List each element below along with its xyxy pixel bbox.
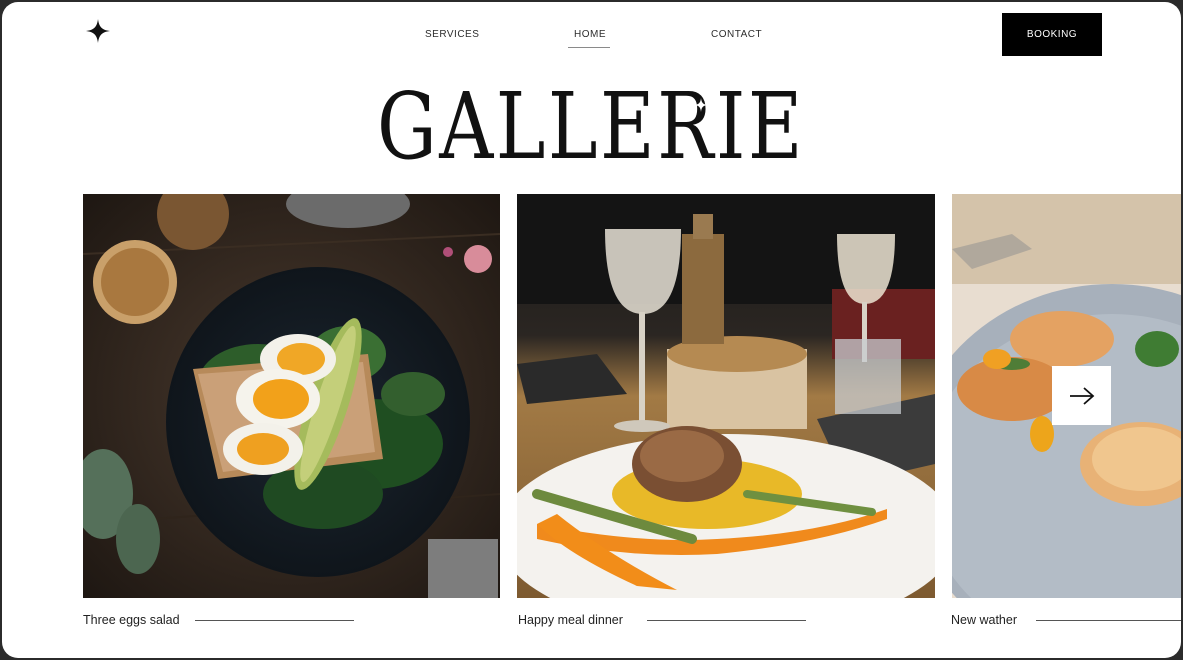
gallery-card-egg-salad[interactable] bbox=[83, 194, 500, 598]
nav-active-underline bbox=[568, 47, 610, 48]
page-title: GALLERIE bbox=[2, 68, 1181, 178]
caption-divider bbox=[195, 620, 354, 621]
booking-button[interactable]: BOOKING bbox=[1002, 13, 1102, 56]
caption-divider bbox=[1036, 620, 1181, 621]
gallery-card-dinner[interactable] bbox=[517, 194, 935, 598]
caption-divider bbox=[647, 620, 806, 621]
gallery-next-button[interactable] bbox=[1052, 366, 1111, 425]
nav-item-services[interactable]: SERVICES bbox=[425, 29, 479, 40]
egg-salad-photo bbox=[83, 194, 500, 598]
page-frame: SERVICES HOME CONTACT BOOKING GALLERIE T… bbox=[2, 2, 1181, 658]
nav-item-contact[interactable]: CONTACT bbox=[711, 29, 762, 40]
dinner-plate-photo bbox=[517, 194, 935, 598]
arrow-right-icon bbox=[1069, 386, 1094, 405]
nav-item-home[interactable]: HOME bbox=[574, 29, 606, 40]
four-point-star-icon[interactable] bbox=[84, 17, 112, 45]
page-title-text: GALLERIE bbox=[377, 73, 805, 178]
gallery-caption: Three eggs salad bbox=[83, 613, 180, 627]
gallery-caption: Happy meal dinner bbox=[518, 613, 623, 627]
gallery-caption: New wather bbox=[951, 613, 1017, 627]
